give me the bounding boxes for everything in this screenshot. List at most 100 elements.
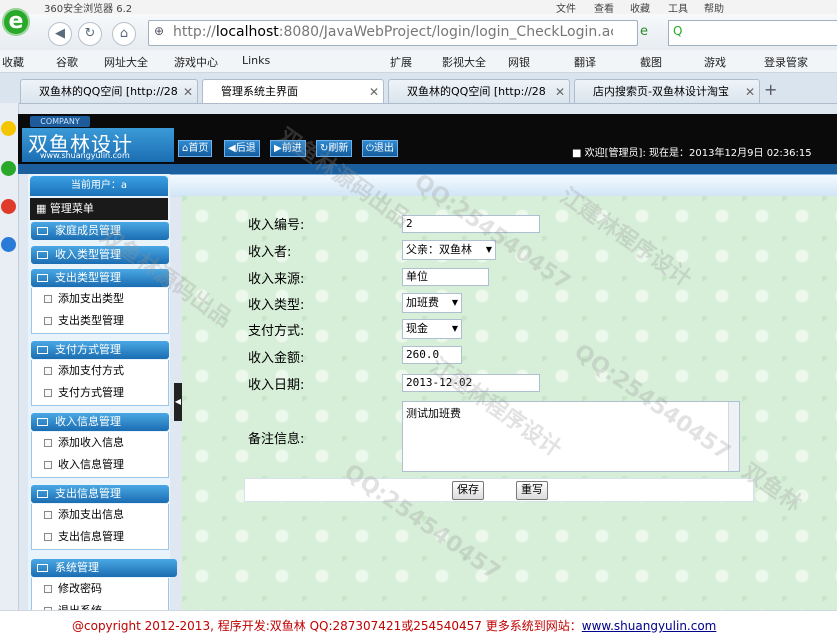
bookmark-games[interactable]: 游戏中心 — [174, 54, 218, 70]
scrollbar[interactable] — [728, 402, 739, 471]
browser-title: 360安全浏览器 6.2 — [44, 4, 133, 15]
bookmark-favorites[interactable]: 收藏 — [2, 54, 24, 70]
section-income-type[interactable]: 收入类型管理 — [31, 246, 169, 264]
bookmark-links[interactable]: Links — [242, 54, 270, 67]
folder-icon — [37, 346, 48, 354]
sidebar-item-expense-manage[interactable]: 支出信息管理 — [31, 526, 169, 550]
folder-icon — [37, 418, 48, 426]
close-icon[interactable]: ✕ — [745, 80, 755, 103]
section-income-info[interactable]: 收入信息管理 — [31, 413, 169, 431]
side-toolbar — [0, 103, 19, 640]
ie-mode-icon[interactable]: e — [640, 24, 648, 39]
dropdown-arrow-icon: ▼ — [485, 245, 492, 254]
bookmark-sites[interactable]: 网址大全 — [104, 54, 148, 70]
page-icon — [44, 461, 52, 469]
page-icon — [44, 295, 52, 303]
brand-logo: 双鱼林设计 www.shuangyulin.com — [22, 128, 174, 162]
dropdown-arrow-icon: ▼ — [451, 324, 458, 333]
star-icon[interactable] — [1, 121, 16, 136]
income-id-label: 收入编号: — [248, 218, 305, 233]
browser-logo-icon: e — [2, 8, 30, 36]
menu-tools[interactable]: 工具 — [668, 0, 688, 15]
sidebar-item-add-payment[interactable]: 添加支付方式 — [31, 360, 169, 382]
back-icon[interactable]: ◀ — [48, 22, 72, 46]
page-icon — [44, 585, 52, 593]
menu-view[interactable]: 查看 — [594, 0, 614, 15]
close-icon[interactable]: ✕ — [369, 80, 379, 103]
section-family[interactable]: 家庭成员管理 — [31, 222, 169, 240]
address-bar[interactable]: ⊕ http://localhost:8080/JavaWebProject/l… — [148, 20, 638, 46]
income-amount-input[interactable]: 260.0 — [402, 346, 462, 364]
section-payment[interactable]: 支付方式管理 — [31, 341, 169, 359]
sidebar-item-add-expense[interactable]: 添加支出信息 — [31, 504, 169, 526]
ext-movies[interactable]: 影视大全 — [442, 54, 486, 70]
folder-icon — [37, 274, 48, 282]
home-icon[interactable]: ⌂ — [112, 22, 136, 46]
reset-button[interactable]: 重写 — [516, 481, 548, 500]
search-box[interactable]: Q — [668, 20, 837, 46]
app-icon[interactable] — [1, 237, 16, 252]
section-system[interactable]: 系统管理 — [31, 559, 177, 577]
section-expense-type[interactable]: 支出类型管理 — [31, 269, 169, 287]
home-button[interactable]: ⌂首页 — [178, 140, 213, 157]
sidebar-item-change-password[interactable]: 修改密码 — [31, 578, 169, 600]
income-type-select[interactable]: 加班费 ▼ — [402, 293, 462, 313]
sidebar-collapse-toggle[interactable]: ◀ — [174, 383, 182, 421]
income-source-input[interactable]: 单位 — [402, 268, 489, 286]
save-button[interactable]: 保存 — [452, 481, 484, 500]
sidebar-item-add-expense-type[interactable]: 添加支出类型 — [31, 288, 169, 310]
ext-translate[interactable]: 翻译 — [574, 54, 596, 70]
income-date-label: 收入日期: — [248, 378, 305, 393]
copyright-text: @copyright 2012-2013, 程序开发:双鱼林 QQ:287307… — [72, 619, 717, 633]
ext-banking[interactable]: 网银 — [508, 54, 530, 70]
ext-screenshot[interactable]: 截图 — [640, 54, 662, 70]
search-icon: Q — [673, 24, 683, 38]
sidebar-item-add-income[interactable]: 添加收入信息 — [31, 432, 169, 454]
section-expense-info[interactable]: 支出信息管理 — [31, 485, 169, 503]
forward-button[interactable]: ▶前进 — [270, 140, 306, 157]
back-button[interactable]: ◀后退 — [224, 140, 260, 157]
menu-help[interactable]: 帮助 — [704, 0, 724, 15]
address-url: http://localhost:8080/JavaWebProject/log… — [173, 24, 613, 40]
remark-label: 备注信息: — [248, 432, 305, 447]
earner-label: 收入者: — [248, 245, 292, 260]
tab-qq-space-1[interactable]: 双鱼林的QQ空间 [http://28 ✕ — [20, 79, 198, 103]
income-source-label: 收入来源: — [248, 272, 305, 287]
income-date-input[interactable]: 2013-12-02 — [402, 374, 540, 392]
refresh-button[interactable]: ↻刷新 — [316, 140, 353, 157]
menu-favorites[interactable]: 收藏 — [630, 0, 650, 15]
income-id-input[interactable]: 2 — [402, 215, 540, 233]
weibo-icon[interactable] — [1, 199, 16, 214]
page-icon — [44, 367, 52, 375]
bookmark-google[interactable]: 谷歌 — [56, 54, 78, 70]
sidebar-item-logout-system[interactable]: 退出系统 — [31, 600, 169, 610]
sidebar-item-payment-manage[interactable]: 支付方式管理 — [31, 382, 169, 406]
remark-textarea[interactable]: 测试加班费 — [402, 401, 740, 472]
ext-games[interactable]: 游戏 — [704, 54, 726, 70]
chat-icon[interactable] — [1, 161, 16, 176]
payment-method-label: 支付方式: — [248, 324, 305, 339]
sidebar-item-income-manage[interactable]: 收入信息管理 — [31, 454, 169, 478]
new-tab-icon[interactable]: + — [764, 80, 777, 99]
site-link[interactable]: www.shuangyulin.com — [582, 619, 717, 633]
folder-icon — [37, 490, 48, 498]
refresh-icon[interactable]: ↻ — [78, 22, 102, 46]
payment-method-select[interactable]: 现金 ▼ — [402, 319, 462, 339]
menu-file[interactable]: 文件 — [556, 0, 576, 15]
page-icon — [44, 533, 52, 541]
content-top-bar — [168, 174, 837, 197]
tab-main-interface[interactable]: 管理系统主界面 ✕ — [202, 79, 384, 103]
form-button-row — [244, 478, 754, 502]
close-icon[interactable]: ✕ — [555, 80, 565, 103]
page-icon — [44, 511, 52, 519]
earner-select[interactable]: 父亲：双鱼林 ▼ — [402, 240, 496, 260]
income-amount-label: 收入金额: — [248, 351, 305, 366]
logout-button[interactable]: ⏻退出 — [362, 140, 398, 157]
company-label: COMPANY — [30, 116, 90, 127]
sidebar-item-expense-type-manage[interactable]: 支出类型管理 — [31, 310, 169, 334]
tab-qq-space-2[interactable]: 双鱼林的QQ空间 [http://28 ✕ — [388, 79, 570, 103]
close-icon[interactable]: ✕ — [183, 80, 193, 103]
ext-login-manager[interactable]: 登录管家 — [764, 54, 808, 70]
ext-extensions[interactable]: 扩展 — [390, 54, 412, 70]
tab-taobao-search[interactable]: 店内搜索页-双鱼林设计淘宝 ✕ — [574, 79, 760, 103]
